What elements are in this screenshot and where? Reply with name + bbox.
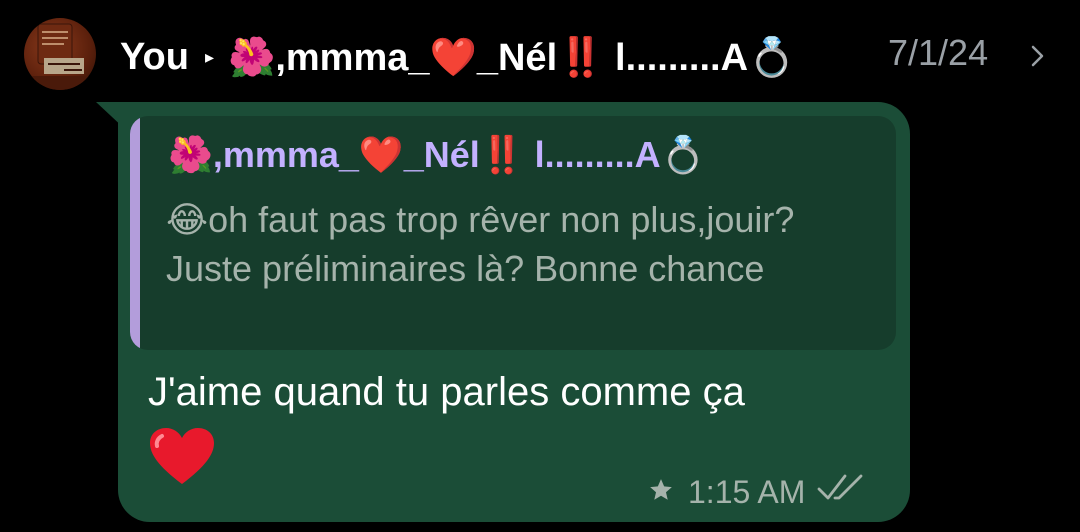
heart-icon [150, 428, 214, 484]
quoted-text: 😂oh faut pas trop rêver non plus,jouir? … [166, 196, 856, 293]
quoted-text-body: oh faut pas trop rêver non plus,jouir? J… [166, 199, 795, 289]
quoted-author-part: l.........A [524, 134, 661, 175]
star-icon [648, 474, 674, 511]
heart-icon: ❤️ [358, 135, 404, 176]
quoted-author: 🌺,mmma_❤️_Nél‼️ l.........A💍 [168, 134, 705, 176]
double-exclamation-icon: ‼️ [557, 34, 605, 79]
double-exclamation-icon: ‼️ [479, 135, 525, 176]
message-date: 7/1/24 [888, 32, 989, 73]
message-meta: 1:15 AM [648, 472, 865, 512]
message-text: J'aime quand tu parles comme ça [148, 370, 745, 414]
arrow-icon: ▸ [204, 46, 214, 67]
avatar-image [24, 23, 96, 90]
laughing-tears-icon: 😂 [166, 200, 209, 241]
message-time: 1:15 AM [688, 473, 806, 510]
quote-bar [130, 116, 140, 350]
quoted-author-part: _Nél [403, 134, 480, 175]
quoted-author-part: ,mmma_ [212, 134, 359, 175]
message-info-screen: You ▸ 🌺,mmma_❤️_Nél‼️ l.........A💍 7/1/2… [0, 0, 1080, 532]
recipient-name-part: _Nél [476, 36, 558, 79]
heart-icon: ❤️ [429, 34, 477, 79]
hibiscus-icon: 🌺 [228, 34, 276, 79]
ring-icon: 💍 [748, 34, 796, 79]
recipient-name: 🌺,mmma_❤️_Nél‼️ l.........A💍 [228, 35, 795, 80]
chevron-right-icon[interactable] [1030, 44, 1046, 73]
sender-name: You [120, 35, 189, 78]
message-header: You ▸ 🌺,mmma_❤️_Nél‼️ l.........A💍 [120, 30, 795, 84]
hibiscus-icon: 🌺 [168, 135, 213, 176]
recipient-name-part: ,mmma_ [275, 36, 430, 79]
double-check-icon [817, 473, 865, 511]
recipient-name-part: l.........A [604, 36, 749, 79]
heart-emoji: ❤️ [148, 426, 216, 493]
ring-icon: 💍 [660, 135, 706, 176]
quoted-message[interactable]: 🌺,mmma_❤️_Nél‼️ l.........A💍 😂oh faut pa… [130, 116, 896, 350]
avatar[interactable] [24, 18, 96, 90]
